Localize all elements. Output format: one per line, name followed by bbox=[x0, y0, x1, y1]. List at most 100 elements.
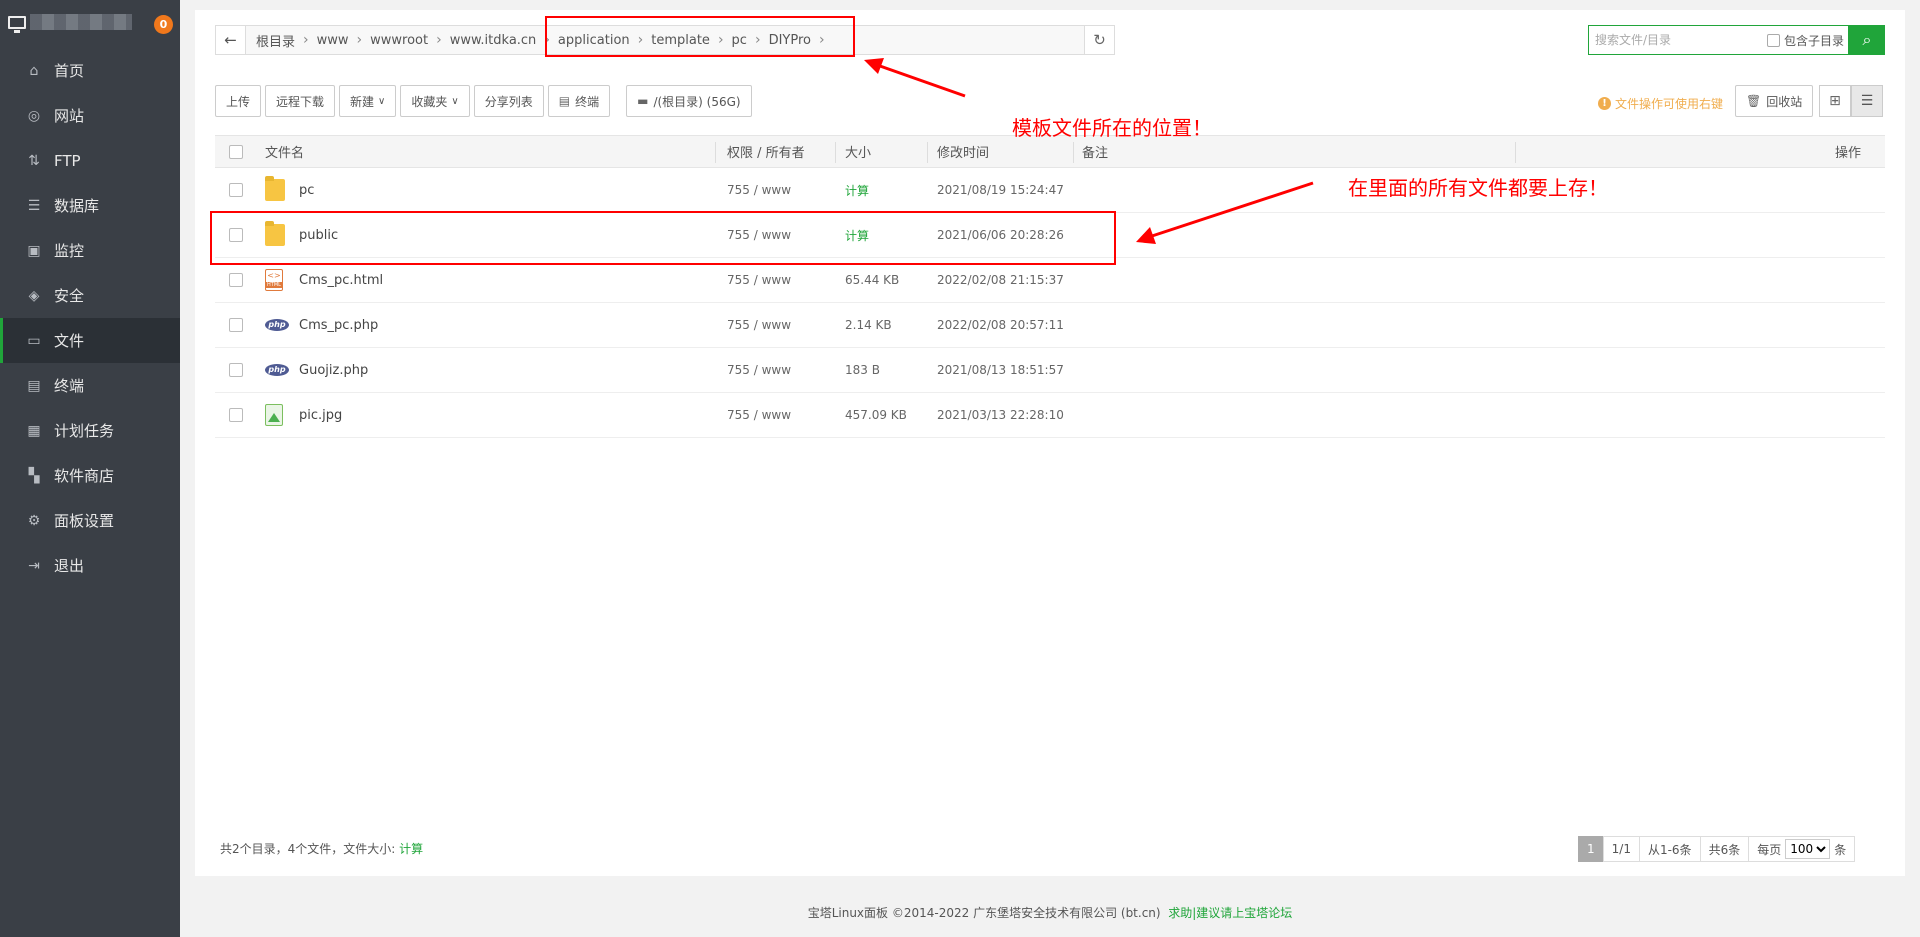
refresh-button[interactable]: ↻ bbox=[1084, 26, 1114, 54]
checkbox[interactable] bbox=[229, 273, 243, 287]
chevron-right-icon: › bbox=[356, 32, 363, 48]
grid-view-button[interactable]: ⊞ bbox=[1819, 85, 1851, 117]
perm-cell[interactable]: 755 / www bbox=[727, 303, 791, 347]
back-button[interactable]: ← bbox=[216, 26, 246, 54]
file-name-cell[interactable]: php Guojiz.php bbox=[265, 348, 368, 392]
col-mtime[interactable]: 修改时间 bbox=[937, 136, 989, 167]
crumb-site[interactable]: www.itdka.cn bbox=[450, 33, 537, 48]
per-page-control: 每页 100 条 bbox=[1748, 836, 1856, 862]
col-name[interactable]: 文件名 bbox=[265, 136, 304, 167]
page-current[interactable]: 1 bbox=[1578, 836, 1604, 862]
search-box: 包含子目录 bbox=[1588, 25, 1849, 55]
new-dropdown[interactable]: 新建 ∨ bbox=[339, 85, 397, 117]
globe-icon: ◎ bbox=[27, 107, 41, 124]
file-name-cell[interactable]: php Cms_pc.php bbox=[265, 303, 378, 347]
size-calc-link[interactable]: 计算 bbox=[845, 168, 869, 212]
perm-cell[interactable]: 755 / www bbox=[727, 348, 791, 392]
file-name[interactable]: Cms_pc.php bbox=[299, 318, 378, 333]
favorites-dropdown[interactable]: 收藏夹 ∨ bbox=[400, 85, 470, 117]
toolbar-gap bbox=[614, 85, 622, 117]
disk-icon: ▬ bbox=[637, 94, 649, 108]
sidebar-item-monitor[interactable]: ▣ 监控 bbox=[0, 228, 180, 273]
favorites-label: 收藏夹 bbox=[411, 94, 448, 109]
sidebar-item-website[interactable]: ◎ 网站 bbox=[0, 93, 180, 138]
perm-cell[interactable]: 755 / www bbox=[727, 168, 791, 212]
checkbox[interactable] bbox=[229, 363, 243, 377]
terminal-button[interactable]: ▤ 终端 bbox=[547, 85, 611, 117]
file-name[interactable]: pic.jpg bbox=[299, 408, 342, 423]
sidebar-item-label: 终端 bbox=[54, 377, 85, 395]
row-checkbox[interactable] bbox=[229, 393, 243, 437]
php-file-icon: php bbox=[265, 359, 289, 381]
column-divider[interactable] bbox=[835, 142, 836, 163]
table-row[interactable]: php Guojiz.php 755 / www 183 B 2021/08/13… bbox=[215, 348, 1885, 393]
column-divider[interactable] bbox=[1073, 142, 1074, 163]
row-checkbox[interactable] bbox=[229, 168, 243, 212]
file-name[interactable]: Guojiz.php bbox=[299, 363, 368, 378]
search-input[interactable] bbox=[1595, 27, 1755, 53]
chevron-right-icon: › bbox=[303, 32, 309, 48]
column-divider[interactable] bbox=[1515, 142, 1516, 163]
server-host-blurred bbox=[30, 14, 132, 30]
list-view-button[interactable]: ☰ bbox=[1851, 85, 1883, 117]
search-icon: ⌕ bbox=[1862, 30, 1872, 49]
size-cell: 457.09 KB bbox=[845, 408, 907, 422]
chevron-down-icon: ∨ bbox=[451, 95, 459, 107]
table-row[interactable]: pic.jpg 755 / www 457.09 KB 2021/03/13 2… bbox=[215, 393, 1885, 438]
chevron-down-icon: ∨ bbox=[378, 95, 386, 107]
table-row[interactable]: pc 755 / www 计算 2021/08/19 15:24:47 bbox=[215, 168, 1885, 213]
file-name[interactable]: pc bbox=[299, 183, 314, 198]
annotation-upload-text: 在里面的所有文件都要上存！ bbox=[1348, 176, 1608, 200]
sidebar-item-terminal[interactable]: ▤ 终端 bbox=[0, 363, 180, 408]
remote-download-button[interactable]: 远程下载 bbox=[265, 85, 336, 117]
col-perm[interactable]: 权限 / 所有者 bbox=[727, 136, 805, 167]
select-all-checkbox[interactable] bbox=[229, 136, 243, 167]
sidebar-item-database[interactable]: ☰ 数据库 bbox=[0, 183, 180, 228]
row-checkbox[interactable] bbox=[229, 348, 243, 392]
sidebar-item-security[interactable]: ◈ 安全 bbox=[0, 273, 180, 318]
annotation-location-text: 模板文件所在的位置！ bbox=[1012, 116, 1212, 140]
col-size[interactable]: 大小 bbox=[845, 136, 871, 167]
perm-cell[interactable]: 755 / www bbox=[727, 393, 791, 437]
notification-badge[interactable]: 0 bbox=[154, 15, 173, 34]
include-subdir-checkbox[interactable] bbox=[1766, 33, 1780, 47]
row-checkbox[interactable] bbox=[229, 303, 243, 347]
sidebar-item-files[interactable]: ▭ 文件 bbox=[0, 318, 180, 363]
checkbox[interactable] bbox=[229, 408, 243, 422]
table-row[interactable]: php Cms_pc.php 755 / www 2.14 KB 2022/02/… bbox=[215, 303, 1885, 348]
sidebar-item-label: 网站 bbox=[54, 107, 85, 125]
file-name-cell[interactable]: pc bbox=[265, 168, 314, 212]
checkbox[interactable] bbox=[229, 144, 243, 159]
share-list-button[interactable]: 分享列表 bbox=[473, 85, 544, 117]
recycle-bin-button[interactable]: 🗑 回收站 bbox=[1735, 85, 1814, 117]
sidebar-item-cron[interactable]: ▦ 计划任务 bbox=[0, 408, 180, 453]
copyright-text: 宝塔Linux面板 ©2014-2022 广东堡塔安全技术有限公司 (bt.cn… bbox=[807, 906, 1161, 920]
gear-icon: ⚙ bbox=[27, 512, 41, 529]
upload-button[interactable]: 上传 bbox=[215, 85, 262, 117]
column-divider[interactable] bbox=[927, 142, 928, 163]
checkbox[interactable] bbox=[229, 318, 243, 332]
calendar-icon: ▦ bbox=[27, 422, 41, 439]
summary-calc-link[interactable]: 计算 bbox=[399, 842, 423, 856]
sidebar-item-home[interactable]: ⌂ 首页 bbox=[0, 48, 180, 93]
column-divider[interactable] bbox=[715, 142, 716, 163]
disk-button[interactable]: ▬ /(根目录) (56G) bbox=[626, 85, 752, 117]
sidebar-item-logout[interactable]: ⇥ 退出 bbox=[0, 543, 180, 588]
sidebar-item-store[interactable]: ▚ 软件商店 bbox=[0, 453, 180, 498]
image-file-icon bbox=[265, 404, 285, 426]
search-button[interactable]: ⌕ bbox=[1849, 25, 1885, 55]
crumb-root[interactable]: 根目录 bbox=[256, 31, 295, 50]
sidebar-item-ftp[interactable]: ⇅ FTP bbox=[0, 138, 180, 183]
per-page-select[interactable]: 100 bbox=[1785, 839, 1831, 859]
sidebar-item-settings[interactable]: ⚙ 面板设置 bbox=[0, 498, 180, 543]
file-name[interactable]: Cms_pc.html bbox=[299, 273, 383, 288]
file-name-cell[interactable]: pic.jpg bbox=[265, 393, 342, 437]
crumb-wwwroot[interactable]: wwwroot bbox=[370, 33, 428, 48]
crumb-www[interactable]: www bbox=[317, 33, 349, 48]
sidebar-item-label: 面板设置 bbox=[54, 512, 115, 530]
page-total: 共6条 bbox=[1699, 836, 1750, 862]
checkbox[interactable] bbox=[229, 183, 243, 197]
forum-link[interactable]: 求助|建议请上宝塔论坛 bbox=[1168, 906, 1292, 920]
size-cell: 2.14 KB bbox=[845, 318, 892, 332]
summary-text: 共2个目录，4个文件，文件大小: bbox=[220, 842, 396, 856]
